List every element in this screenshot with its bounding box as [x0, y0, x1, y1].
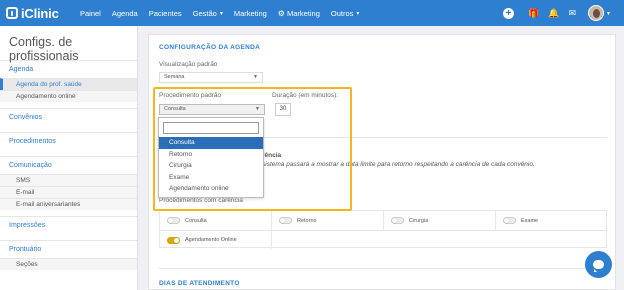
- chat-button[interactable]: [585, 251, 612, 278]
- nav-outros[interactable]: Outros ▾: [331, 9, 360, 18]
- chevron-down-icon[interactable]: ▾: [607, 10, 610, 17]
- sidebar-section-comunicacao[interactable]: Comunicação: [0, 156, 137, 174]
- avatar[interactable]: [587, 5, 604, 21]
- nav-painel[interactable]: Painel: [80, 9, 101, 18]
- toggle-consulta[interactable]: Consulta: [160, 211, 272, 230]
- sidebar-section-convenios[interactable]: Convênios: [0, 108, 137, 126]
- toggle-cirurgia[interactable]: Cirurgia: [384, 211, 496, 230]
- nav-agenda[interactable]: Agenda: [112, 9, 138, 18]
- section-title: CONFIGURAÇÃO DA AGENDA: [159, 44, 261, 51]
- logo-icon: [6, 7, 18, 19]
- sidebar: Configs. de profissionais Agenda Agenda …: [0, 26, 138, 290]
- procedure-dropdown: Consulta Retorno Cirurgia Exame Agendame…: [158, 117, 264, 198]
- nav-marketing-settings[interactable]: ⚙ Marketing: [278, 9, 320, 18]
- view-select[interactable]: Semana ▼: [159, 72, 263, 83]
- dropdown-search-input[interactable]: [163, 122, 259, 134]
- dropdown-option-retorno[interactable]: Retorno: [159, 149, 263, 161]
- chevron-down-icon: ▾: [356, 10, 360, 17]
- top-navbar: iClinic Painel Agenda Pacientes Gestão ▾ …: [0, 0, 624, 26]
- nav-gestao[interactable]: Gestão ▾: [193, 9, 223, 18]
- brand-logo[interactable]: iClinic: [6, 6, 80, 21]
- sidebar-section-procedimentos[interactable]: Procedimentos: [0, 132, 137, 150]
- gear-icon: ⚙: [277, 8, 285, 18]
- sidebar-item-sms[interactable]: SMS: [0, 174, 137, 186]
- chat-icon: [593, 260, 604, 272]
- view-label: Visualização padrão: [159, 61, 218, 68]
- section-title-dias: DIAS DE ATENDIMENTO: [159, 280, 240, 287]
- dropdown-option-consulta[interactable]: Consulta: [159, 137, 263, 149]
- message-icon[interactable]: ✉: [568, 8, 576, 19]
- sidebar-item-agenda-prof[interactable]: Agenda do prof. saúde: [0, 78, 137, 90]
- dropdown-option-agendamento-online[interactable]: Agendamento online: [159, 183, 263, 195]
- gift-icon[interactable]: 🎁: [528, 8, 539, 19]
- toggle-exame[interactable]: Exame: [496, 211, 607, 230]
- sidebar-item-email-aniversariantes[interactable]: E-mail aniversariantes: [0, 198, 137, 210]
- dropdown-option-cirurgia[interactable]: Cirurgia: [159, 160, 263, 172]
- sidebar-section-impressoes[interactable]: Impressões: [0, 216, 137, 234]
- navbar-actions: + 🎁 🔔 ✉ ▾: [503, 0, 610, 26]
- toggle-agendamento-online[interactable]: Agendamento Online: [160, 230, 272, 249]
- toggle-switch[interactable]: [167, 236, 180, 244]
- toggle-switch[interactable]: [391, 217, 404, 224]
- toggle-switch[interactable]: [279, 217, 292, 224]
- toggle-switch[interactable]: [503, 217, 516, 224]
- toggle-switch[interactable]: [167, 217, 180, 224]
- chevron-down-icon: ▾: [219, 10, 223, 17]
- bell-icon[interactable]: 🔔: [548, 8, 559, 19]
- chevron-down-icon: ▼: [253, 74, 258, 80]
- sidebar-title: Configs. de profissionais: [9, 35, 79, 63]
- dropdown-option-exame[interactable]: Exame: [159, 172, 263, 184]
- toggle-retorno[interactable]: Retorno: [272, 211, 384, 230]
- sidebar-section-prontuario[interactable]: Prontuário: [0, 240, 137, 258]
- nav-marketing[interactable]: Marketing: [234, 9, 267, 18]
- sidebar-item-secoes[interactable]: Seções: [0, 258, 137, 270]
- brand-name: iClinic: [21, 5, 59, 21]
- procedures-toggle-grid: Consulta Retorno Cirurgia Exame Agendame…: [159, 210, 607, 249]
- nav-pacientes[interactable]: Pacientes: [149, 9, 182, 18]
- sidebar-item-agendamento-online[interactable]: Agendamento online: [0, 90, 137, 102]
- add-icon[interactable]: +: [503, 7, 514, 19]
- sidebar-item-email[interactable]: E-mail: [0, 186, 137, 198]
- main-nav: Painel Agenda Pacientes Gestão ▾ Marketin…: [80, 9, 370, 18]
